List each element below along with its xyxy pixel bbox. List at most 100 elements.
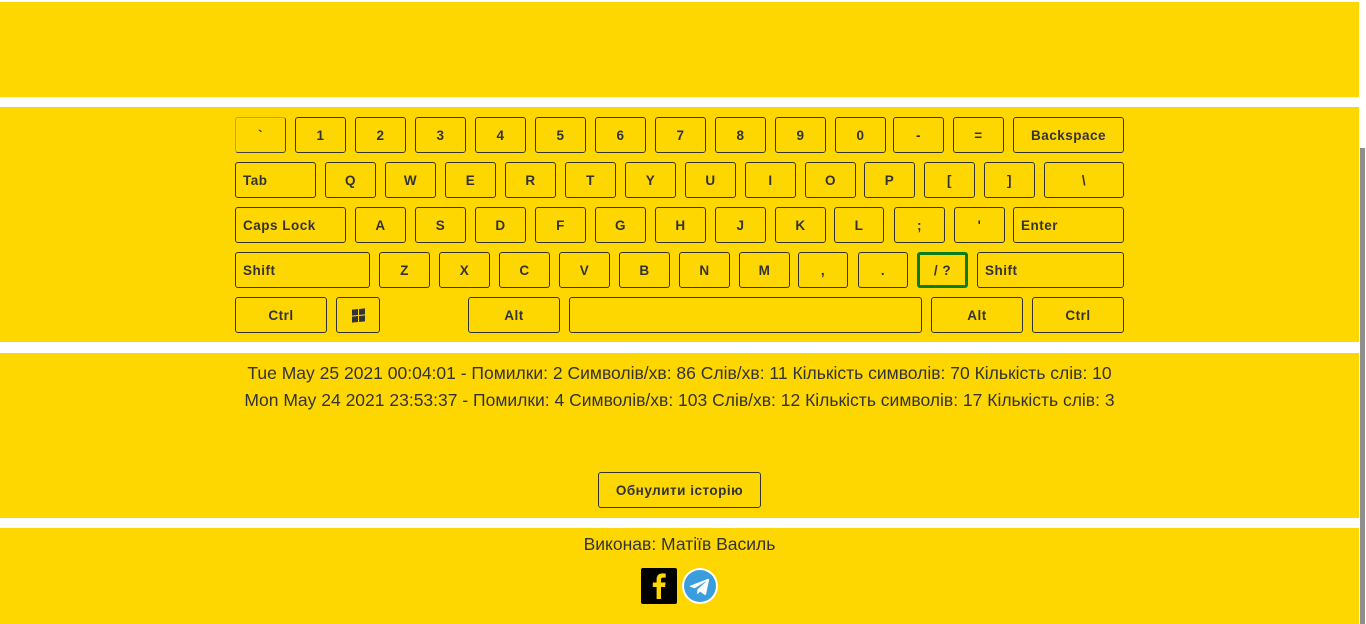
key-equals[interactable]: =	[953, 117, 1004, 153]
key-label: K	[795, 217, 806, 233]
key-0[interactable]: 0	[835, 117, 886, 153]
key-label: 8	[736, 127, 745, 143]
history-entry: Tue May 25 2021 00:04:01 - Помилки: 2 Си…	[247, 363, 1112, 383]
key-r[interactable]: R	[505, 162, 556, 198]
key-k[interactable]: K	[775, 207, 826, 243]
key-s[interactable]: S	[415, 207, 466, 243]
key-label: .	[880, 262, 886, 278]
key-alt-right[interactable]: Alt	[931, 297, 1023, 333]
key-label: Ctrl	[268, 307, 294, 323]
key-label: Z	[400, 262, 409, 278]
key-u[interactable]: U	[685, 162, 736, 198]
key-label: \	[1081, 172, 1087, 188]
key-alt-left[interactable]: Alt	[468, 297, 560, 333]
key-label: 4	[496, 127, 505, 143]
key-shift-right[interactable]: Shift	[977, 252, 1124, 288]
key-ctrl-left[interactable]: Ctrl	[235, 297, 327, 333]
key-bracket-left[interactable]: [	[924, 162, 975, 198]
key-j[interactable]: J	[715, 207, 766, 243]
key-label: 9	[796, 127, 805, 143]
key-label: Enter	[1021, 217, 1059, 233]
key-p[interactable]: P	[864, 162, 915, 198]
key-5[interactable]: 5	[535, 117, 586, 153]
key-7[interactable]: 7	[655, 117, 706, 153]
key-b[interactable]: B	[619, 252, 670, 288]
key-label: A	[375, 217, 386, 233]
key-backtick[interactable]: `	[235, 117, 286, 153]
key-label: R	[525, 172, 536, 188]
key-quote[interactable]: '	[954, 207, 1005, 243]
key-h[interactable]: H	[655, 207, 706, 243]
key-slash[interactable]: / ?	[917, 252, 968, 288]
key-o[interactable]: O	[805, 162, 856, 198]
facebook-icon[interactable]	[641, 568, 677, 604]
key-e[interactable]: E	[445, 162, 496, 198]
key-8[interactable]: 8	[715, 117, 766, 153]
key-label: M	[758, 262, 771, 278]
key-label: J	[736, 217, 745, 233]
reset-history-button[interactable]: Обнулити історію	[598, 472, 761, 508]
key-label: B	[639, 262, 650, 278]
key-comma[interactable]: ,	[798, 252, 848, 288]
key-backslash[interactable]: \	[1044, 162, 1124, 198]
key-space[interactable]	[569, 297, 922, 333]
telegram-icon[interactable]	[682, 568, 718, 604]
key-l[interactable]: L	[834, 207, 884, 243]
key-label: `	[258, 127, 263, 143]
key-t[interactable]: T	[565, 162, 616, 198]
key-9[interactable]: 9	[775, 117, 826, 153]
key-1[interactable]: 1	[295, 117, 346, 153]
key-label: 1	[316, 127, 325, 143]
key-label: Backspace	[1030, 127, 1107, 143]
key-label: S	[435, 217, 446, 233]
key-enter[interactable]: Enter	[1013, 207, 1124, 243]
header-area	[0, 2, 1359, 97]
key-v[interactable]: V	[559, 252, 610, 288]
key-i[interactable]: I	[745, 162, 796, 198]
key-g[interactable]: G	[595, 207, 646, 243]
key-shift-left[interactable]: Shift	[235, 252, 370, 288]
key-minus[interactable]: -	[893, 117, 944, 153]
key-period[interactable]: .	[858, 252, 908, 288]
key-label: O	[824, 172, 836, 188]
key-bracket-right[interactable]: ]	[984, 162, 1035, 198]
key-a[interactable]: A	[355, 207, 406, 243]
key-label: Caps Lock	[243, 217, 316, 233]
key-windows[interactable]	[336, 297, 380, 333]
key-label: 5	[556, 127, 565, 143]
key-label: ,	[820, 262, 826, 278]
key-3[interactable]: 3	[415, 117, 466, 153]
key-label: G	[614, 217, 626, 233]
key-tab[interactable]: Tab	[235, 162, 316, 198]
scrollbar-thumb[interactable]	[1360, 148, 1365, 624]
key-ctrl-right[interactable]: Ctrl	[1032, 297, 1124, 333]
key-label: 3	[436, 127, 445, 143]
key-y[interactable]: Y	[625, 162, 676, 198]
key-n[interactable]: N	[679, 252, 730, 288]
key-label: C	[519, 262, 530, 278]
key-m[interactable]: M	[739, 252, 790, 288]
key-c[interactable]: C	[499, 252, 550, 288]
key-label: Tab	[243, 172, 268, 188]
key-label: '	[977, 217, 982, 233]
key-6[interactable]: 6	[595, 117, 646, 153]
key-label: 7	[676, 127, 685, 143]
key-d[interactable]: D	[475, 207, 526, 243]
key-w[interactable]: W	[385, 162, 436, 198]
key-label: I	[768, 172, 773, 188]
key-caps-lock[interactable]: Caps Lock	[235, 207, 346, 243]
key-label: U	[705, 172, 716, 188]
key-label: E	[465, 172, 476, 188]
key-f[interactable]: F	[535, 207, 586, 243]
key-label: W	[403, 172, 418, 188]
key-4[interactable]: 4	[475, 117, 526, 153]
key-z[interactable]: Z	[379, 252, 430, 288]
key-q[interactable]: Q	[325, 162, 376, 198]
key-label: Ctrl	[1065, 307, 1091, 323]
key-label: P	[884, 172, 895, 188]
key-semicolon[interactable]: ;	[894, 207, 945, 243]
key-label: L	[854, 217, 864, 233]
key-2[interactable]: 2	[355, 117, 406, 153]
key-x[interactable]: X	[439, 252, 490, 288]
key-backspace[interactable]: Backspace	[1013, 117, 1124, 153]
